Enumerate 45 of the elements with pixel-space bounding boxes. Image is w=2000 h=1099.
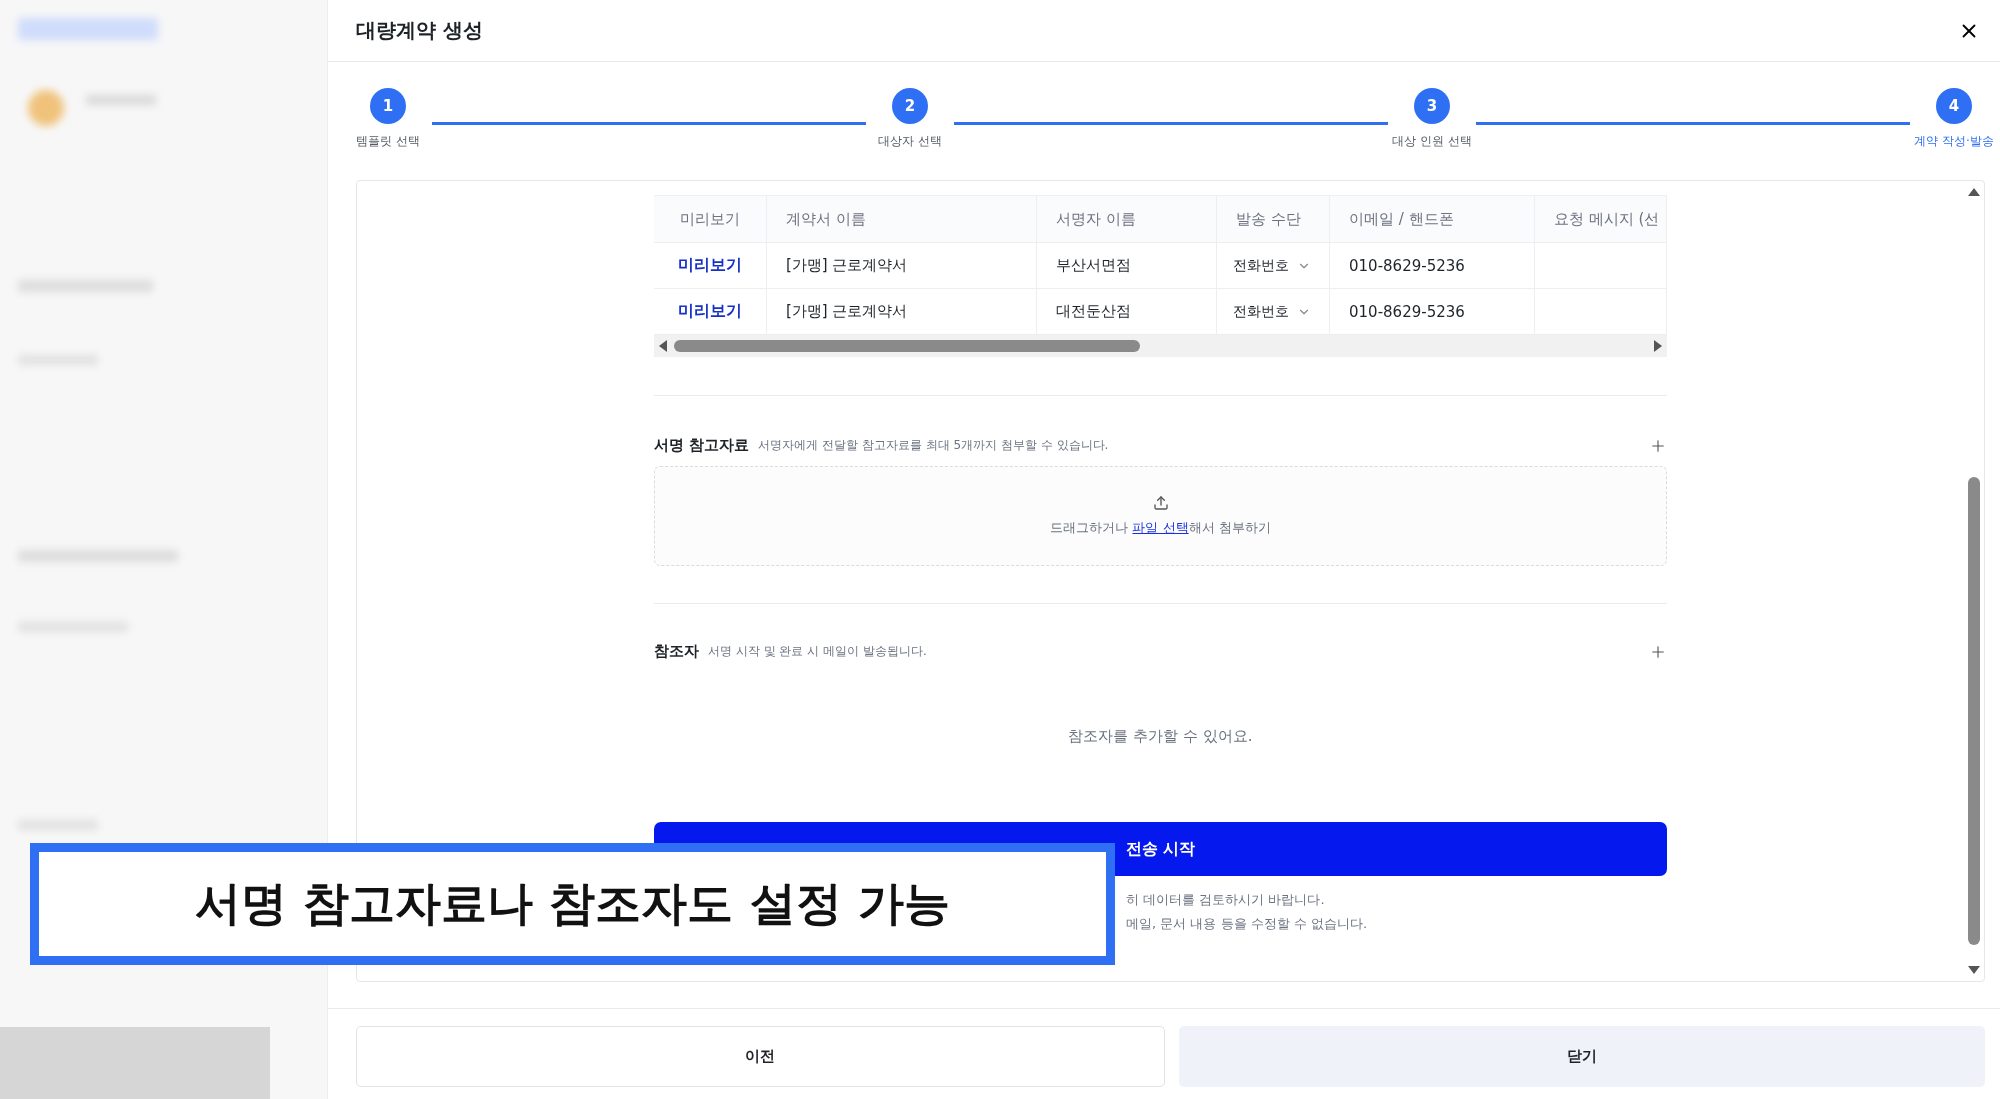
empty-message: 참조자를 추가할 수 있어요. xyxy=(1068,727,1253,746)
step-number: 4 xyxy=(1936,88,1972,124)
upload-icon xyxy=(1152,495,1169,511)
close-button[interactable]: 닫기 xyxy=(1178,1026,1985,1087)
notice-text: 메일, 문서 내용 등을 수정할 수 없습니다. xyxy=(1126,915,1369,933)
scroll-right-icon[interactable] xyxy=(1653,340,1663,352)
scrollbar-thumb[interactable] xyxy=(1968,477,1980,945)
column-header: 발송 수단 xyxy=(1236,209,1301,229)
table-cell: 부산서면점 xyxy=(1056,256,1131,275)
table-cell: 010-8629-5236 xyxy=(1349,256,1465,275)
column-header: 계약서 이름 xyxy=(786,209,866,229)
scroll-up-icon[interactable] xyxy=(1968,187,1980,197)
step-label[interactable]: 템플릿 선택 xyxy=(356,133,420,150)
preview-link[interactable]: 미리보기 xyxy=(678,301,742,322)
scroll-down-icon[interactable] xyxy=(1968,965,1980,975)
previous-button[interactable]: 이전 xyxy=(356,1026,1165,1087)
scrollbar-thumb[interactable] xyxy=(674,340,1140,352)
scroll-left-icon[interactable] xyxy=(658,340,668,352)
section-description: 서명자에게 전달할 참고자료를 최대 5개까지 첨부할 수 있습니다. xyxy=(758,437,1109,454)
section-description: 서명 시작 및 완료 시 메일이 발송됩니다. xyxy=(708,643,927,660)
column-header: 서명자 이름 xyxy=(1056,209,1136,229)
upload-hint: 드래그하거나 파일 선택해서 첨부하기 xyxy=(1050,519,1271,537)
step-number: 3 xyxy=(1414,88,1450,124)
file-drop-zone[interactable]: 드래그하거나 파일 선택해서 첨부하기 xyxy=(654,466,1667,566)
table-cell: [가맹] 근로계약서 xyxy=(786,302,908,321)
step-label[interactable]: 대상자 선택 xyxy=(878,133,942,150)
step-number: 2 xyxy=(892,88,928,124)
column-header: 미리보기 xyxy=(680,209,740,229)
method-dropdown[interactable]: 전화번호 xyxy=(1233,302,1311,321)
column-header: 요청 메시지 (선 xyxy=(1554,209,1660,229)
method-dropdown[interactable]: 전화번호 xyxy=(1233,256,1311,275)
caption-text: 서명 참고자료나 참조자도 설정 가능 xyxy=(195,875,950,932)
table-cell: [가맹] 근로계약서 xyxy=(786,256,908,275)
notice-text: 히 데이터를 검토하시기 바랍니다. xyxy=(1126,891,1326,909)
column-header: 이메일 / 핸드폰 xyxy=(1349,209,1454,229)
file-select-link[interactable]: 파일 선택 xyxy=(1132,520,1189,535)
preview-link[interactable]: 미리보기 xyxy=(678,255,742,276)
modal-title: 대량계약 생성 xyxy=(356,17,483,44)
table-cell: 010-8629-5236 xyxy=(1349,302,1465,321)
step-label[interactable]: 계약 작성·발송 xyxy=(1914,133,1994,150)
section-title: 서명 참고자료 xyxy=(654,436,750,455)
step-number: 1 xyxy=(370,88,406,124)
section-title: 참조자 xyxy=(654,642,699,661)
table-cell: 대전둔산점 xyxy=(1056,302,1131,321)
step-label[interactable]: 대상 인원 선택 xyxy=(1392,133,1472,150)
